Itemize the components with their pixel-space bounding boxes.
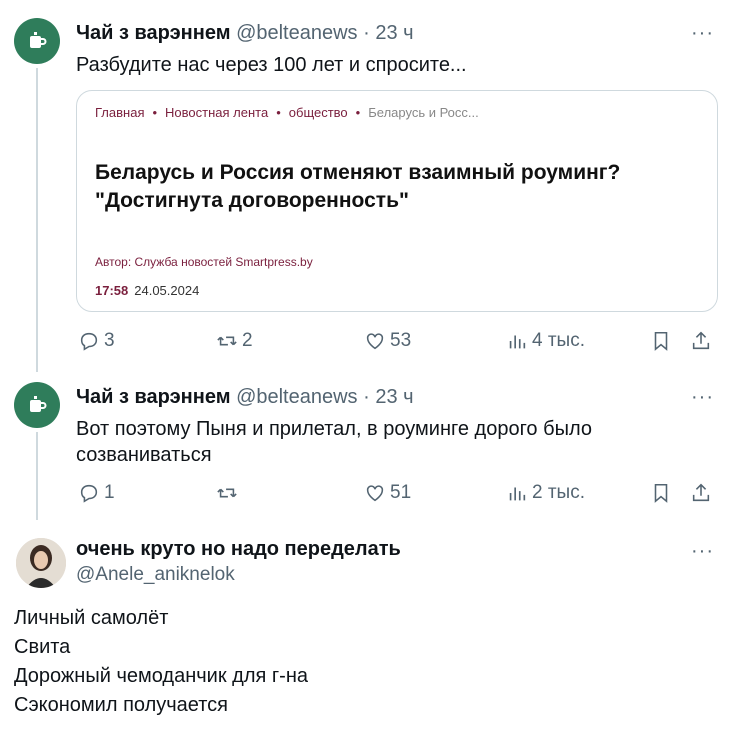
like-button[interactable]: 51 xyxy=(364,482,411,504)
card-date: 17:58 24.05.2024 xyxy=(95,283,199,298)
reply-line: Сэкономил получается xyxy=(14,694,229,716)
more-icon[interactable]: ··· xyxy=(691,540,714,563)
bookmark-button[interactable] xyxy=(650,330,676,352)
bookmark-icon xyxy=(654,483,668,503)
thread-line xyxy=(36,432,38,520)
reply-line: Личный самолёт xyxy=(14,607,169,629)
tweet-2[interactable]: Чай з варэннем @belteanews · 23 ч ··· Во… xyxy=(0,370,732,520)
reply-text: Личный самолёт Свита Дорожный чемоданчик… xyxy=(14,604,308,720)
breadcrumb-item: Беларусь и Росс... xyxy=(368,105,479,120)
reply-button[interactable]: 1 xyxy=(78,482,115,504)
views-icon xyxy=(509,487,526,501)
author-name[interactable]: Чай з варэннем xyxy=(76,386,231,408)
tweet-text-line: Вот поэтому Пыня и прилетал, в роуминге … xyxy=(76,418,592,440)
link-card[interactable]: Главная • Новостная лента • общество • Беларус… xyxy=(76,90,718,312)
action-bar: 3 2 53 4 тыс. xyxy=(76,330,716,356)
breadcrumb-separator: • xyxy=(276,105,281,120)
more-icon[interactable]: ··· xyxy=(691,386,714,409)
avatar[interactable] xyxy=(16,538,66,588)
bookmark-button[interactable] xyxy=(650,482,676,504)
author-name[interactable]: Чай з варэннем xyxy=(76,22,231,44)
author-handle[interactable]: @belteanews xyxy=(236,22,357,44)
breadcrumb-item: Главная xyxy=(95,105,145,120)
share-icon xyxy=(692,483,710,502)
avatar[interactable] xyxy=(14,18,60,64)
reply-count: 1 xyxy=(104,482,115,503)
user-photo xyxy=(16,538,66,588)
card-author: Автор: Служба новостей Smartpress.by xyxy=(95,255,313,269)
tweet-text: Разбудите нас через 100 лет и спросите..… xyxy=(76,54,467,76)
reply-icon xyxy=(80,484,98,503)
heart-icon xyxy=(366,485,384,502)
reply-count: 3 xyxy=(104,330,115,351)
separator-dot: · xyxy=(363,386,370,408)
reply-line: Свита xyxy=(14,636,71,658)
views-button[interactable]: 2 тыс. xyxy=(506,482,585,504)
breadcrumb: Главная • Новостная лента • общество • Беларус… xyxy=(95,105,479,120)
bookmark-icon xyxy=(654,331,668,351)
card-date-value: 24.05.2024 xyxy=(134,283,200,298)
card-headline: Беларусь и Россия отменяют взаимный роум… xyxy=(95,159,705,215)
like-button[interactable]: 53 xyxy=(364,330,411,352)
reply-line: Дорожный чемоданчик для г-на xyxy=(14,665,309,687)
tweet-text: Вот поэтому Пыня и прилетал, в роуминге … xyxy=(76,416,592,468)
share-button[interactable] xyxy=(690,482,716,504)
tweet-header: Чай з варэннем @belteanews · 23 ч xyxy=(76,22,414,45)
retweet-button[interactable]: 2 xyxy=(216,330,253,352)
author-name[interactable]: очень круто но надо переделать xyxy=(76,538,401,561)
reply-icon xyxy=(80,332,98,351)
breadcrumb-separator: • xyxy=(355,105,361,120)
retweet-icon xyxy=(217,336,237,346)
share-icon xyxy=(692,331,710,350)
breadcrumb-item: общество xyxy=(288,105,348,120)
author-handle[interactable]: @belteanews xyxy=(236,386,357,408)
tweet-header: Чай з варэннем @belteanews · 23 ч xyxy=(76,386,414,409)
views-button[interactable]: 4 тыс. xyxy=(506,330,585,352)
reply-button[interactable]: 3 xyxy=(78,330,115,352)
retweet-icon xyxy=(217,488,237,498)
views-count: 4 тыс. xyxy=(532,330,585,351)
more-icon[interactable]: ··· xyxy=(691,22,714,45)
headline-line: Беларусь и Россия отменяют взаимный роум… xyxy=(95,161,621,184)
tweet-1[interactable]: Чай з варэннем @belteanews · 23 ч ··· Ра… xyxy=(0,0,732,372)
avatar[interactable] xyxy=(14,382,60,428)
tweet-text-line: созваниваться xyxy=(76,444,212,466)
retweet-button[interactable] xyxy=(216,482,242,504)
retweet-count: 2 xyxy=(242,330,253,351)
tweet-time[interactable]: 23 ч xyxy=(375,22,413,44)
tweet-time[interactable]: 23 ч xyxy=(375,386,413,408)
mug-icon xyxy=(30,32,47,48)
thread-line xyxy=(36,68,38,372)
views-count: 2 тыс. xyxy=(532,482,585,503)
author-handle[interactable]: @Anele_aniknelok xyxy=(76,564,235,586)
share-button[interactable] xyxy=(690,330,716,352)
headline-line: "Достигнута договоренность" xyxy=(95,189,409,212)
action-bar: 1 51 2 тыс. xyxy=(76,482,716,508)
views-icon xyxy=(509,335,526,349)
like-count: 51 xyxy=(390,482,412,503)
breadcrumb-separator: • xyxy=(152,105,158,120)
mug-icon xyxy=(30,396,47,412)
like-count: 53 xyxy=(390,330,412,351)
separator-dot: · xyxy=(363,22,370,44)
breadcrumb-item: Новостная лента xyxy=(165,105,269,120)
heart-icon xyxy=(366,333,384,350)
card-time: 17:58 xyxy=(95,283,129,298)
